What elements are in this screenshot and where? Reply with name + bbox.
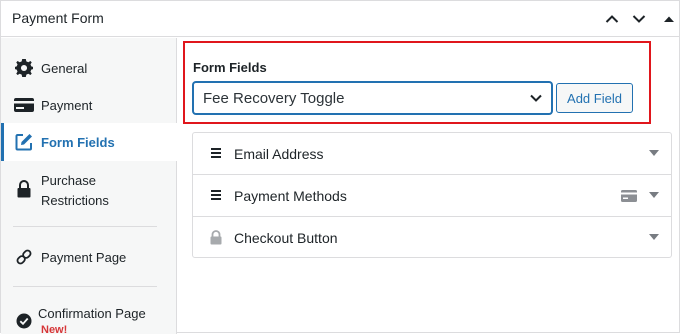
sidebar-item-label: Payment Page <box>41 249 127 265</box>
sidebar-item-confirmation-page[interactable]: Confirmation Page <box>1 302 177 332</box>
sidebar-divider <box>13 226 157 227</box>
field-type-select[interactable]: Fee Recovery Toggle <box>193 82 552 114</box>
field-label: Payment Methods <box>234 188 347 204</box>
caret-down-icon[interactable] <box>649 234 659 240</box>
sidebar-item-payment[interactable]: Payment <box>1 87 177 123</box>
caret-up-icon <box>664 16 674 22</box>
sidebar-item-label-line2: Restrictions <box>41 193 109 208</box>
form-fields-title: Form Fields <box>193 60 267 75</box>
payment-form-panel: Payment Form General Payment Form Fields… <box>0 0 680 336</box>
move-up-button[interactable] <box>602 9 622 29</box>
lock-icon <box>14 179 34 199</box>
new-badge: New! <box>41 324 68 336</box>
caret-down-icon[interactable] <box>649 150 659 156</box>
sidebar-item-label-line1: Purchase <box>41 173 96 188</box>
sidebar-item-label-wrap: Purchase Restrictions <box>41 171 109 211</box>
sidebar-item-general[interactable]: General <box>1 50 177 86</box>
link-icon <box>14 247 34 267</box>
pencil-square-icon <box>14 132 34 152</box>
field-row-payment-methods[interactable]: Payment Methods <box>193 174 671 216</box>
sidebar-item-purchase-restrictions[interactable]: Purchase Restrictions <box>1 162 177 220</box>
field-row-checkout-button[interactable]: Checkout Button <box>193 216 671 258</box>
field-type-select-value: Fee Recovery Toggle <box>203 90 345 107</box>
drag-handle-icon <box>209 145 223 161</box>
sidebar-item-label: General <box>41 60 88 76</box>
credit-card-icon <box>14 95 34 115</box>
chevron-down-icon <box>529 91 543 109</box>
panel-header: Payment Form <box>1 1 679 37</box>
caret-down-icon[interactable] <box>649 192 659 198</box>
drag-handle-icon <box>209 187 223 203</box>
chevron-up-icon <box>605 15 619 23</box>
check-circle-icon <box>14 311 34 331</box>
field-label: Checkout Button <box>234 230 338 246</box>
sidebar-item-form-fields[interactable]: Form Fields <box>1 123 177 161</box>
chevron-down-icon <box>632 15 646 23</box>
field-row-email-address[interactable]: Email Address <box>193 133 671 175</box>
sidebar-item-label: Payment <box>41 97 93 113</box>
sidebar-divider <box>13 286 157 287</box>
sidebar-item-payment-page[interactable]: Payment Page <box>1 238 177 276</box>
move-down-button[interactable] <box>629 9 649 29</box>
credit-card-icon <box>621 189 637 207</box>
sidebar: General Payment Form Fields Purchase Res… <box>1 38 177 334</box>
fields-list: Email Address Payment Methods Checkout B… <box>192 132 672 258</box>
sidebar-item-label: Form Fields <box>41 134 115 150</box>
panel-title: Payment Form <box>12 10 104 26</box>
lock-icon <box>209 229 223 245</box>
add-field-button[interactable]: Add Field <box>556 83 633 113</box>
gear-icon <box>14 58 34 78</box>
field-label: Email Address <box>234 146 324 162</box>
sidebar-item-label: Confirmation Page <box>38 306 146 321</box>
toggle-panel-button[interactable] <box>659 9 679 29</box>
